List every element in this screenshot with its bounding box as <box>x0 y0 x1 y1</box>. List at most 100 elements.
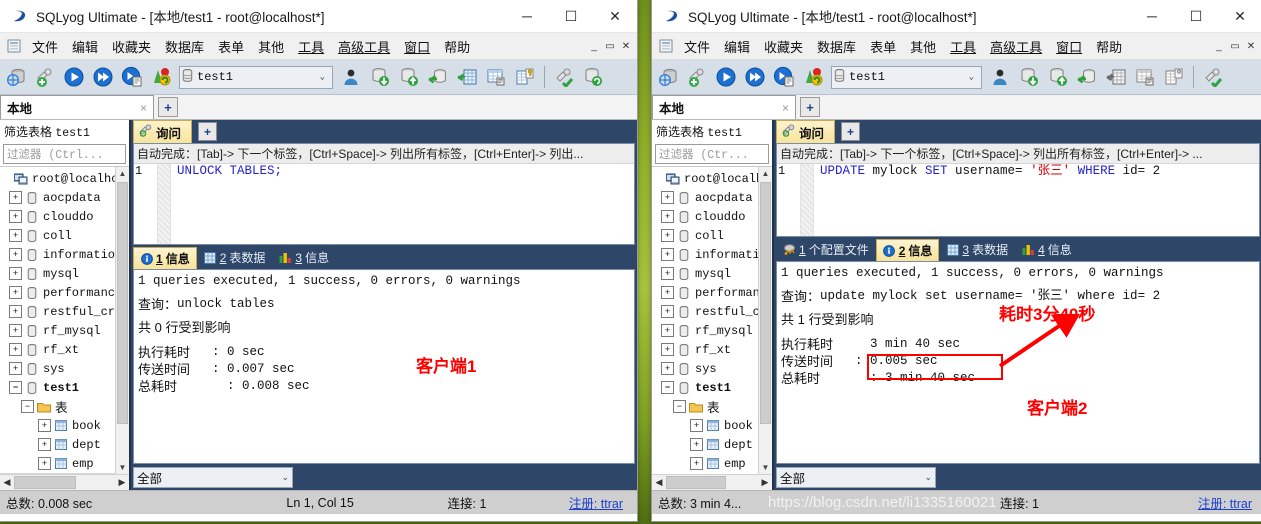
collapse-icon[interactable]: − <box>21 400 34 413</box>
object-filter-input[interactable]: 过滤器 (Ctrl... <box>3 144 126 164</box>
tree-node-current-db[interactable]: − test1 <box>652 378 759 397</box>
expand-icon[interactable]: + <box>9 191 22 204</box>
tree-node-table[interactable]: + emp <box>652 454 759 473</box>
add-query-tab-button[interactable]: + <box>841 122 861 141</box>
expand-icon[interactable]: + <box>38 438 51 451</box>
tree-node-db[interactable]: + clouddo <box>0 207 116 226</box>
result-tab-profile[interactable]: 1 个配置文件 <box>776 238 876 261</box>
menu-help[interactable]: 帮助 <box>1089 34 1129 59</box>
tree-node-db[interactable]: + coll <box>0 226 116 245</box>
result-tab-info[interactable]: 3 信息 <box>272 246 336 269</box>
close-button[interactable]: ✕ <box>593 0 637 32</box>
expand-icon[interactable]: + <box>9 343 22 356</box>
expand-icon[interactable]: + <box>690 419 703 432</box>
database-selector-combo[interactable]: test1 ⌄ <box>179 65 333 89</box>
tree-node-db[interactable]: + rf_mysql <box>652 321 759 340</box>
expand-icon[interactable]: + <box>690 438 703 451</box>
query-tab[interactable]: 询问 <box>776 120 836 143</box>
tree-vertical-scrollbar[interactable]: ▲ ▼ <box>115 167 129 474</box>
add-connection-tab-button[interactable]: + <box>158 97 178 117</box>
chevron-down-icon[interactable]: ⌄ <box>906 472 932 483</box>
tree-node-table-selected[interactable]: +mylo <box>0 473 116 474</box>
result-tab-messages[interactable]: 2 信息 <box>875 239 940 261</box>
tree-horizontal-scrollbar[interactable]: ◀ ▶ <box>0 474 129 490</box>
results-panel-client2[interactable]: 1 queries executed, 1 success, 0 errors,… <box>776 261 1260 464</box>
menu-form[interactable]: 表单 <box>863 34 903 59</box>
query-builder-icon[interactable] <box>550 62 578 92</box>
menu-help[interactable]: 帮助 <box>437 34 477 59</box>
tree-node-current-db[interactable]: − test1 <box>0 378 116 397</box>
mdi-minimize-button[interactable]: _ <box>586 38 602 54</box>
window-menu-icon[interactable] <box>3 39 25 54</box>
table-data-icon[interactable] <box>482 62 510 92</box>
minimize-button[interactable]: ─ <box>505 0 549 32</box>
export-data-icon[interactable] <box>1044 62 1072 92</box>
tree-node-db[interactable]: + restful_cr <box>652 302 759 321</box>
tree-node-table[interactable]: + book <box>652 416 759 435</box>
menu-edit[interactable]: 编辑 <box>65 34 105 59</box>
status-register-link[interactable]: 注册: ttrar <box>563 493 637 512</box>
menu-form[interactable]: 表单 <box>211 34 251 59</box>
maximize-button[interactable]: ☐ <box>1174 0 1218 32</box>
tree-node-db[interactable]: + sys <box>0 359 116 378</box>
expand-icon[interactable]: + <box>661 286 674 299</box>
scroll-right-icon[interactable]: ▶ <box>758 477 772 488</box>
tree-node-db[interactable]: + mysql <box>652 264 759 283</box>
tree-node-db[interactable]: + rf_mysql <box>0 321 116 340</box>
expand-icon[interactable]: + <box>661 305 674 318</box>
mdi-minimize-button[interactable]: _ <box>1211 38 1227 54</box>
mdi-close-button[interactable]: ✕ <box>1243 38 1259 54</box>
mdi-restore-button[interactable]: ▭ <box>1227 38 1243 54</box>
tree-node-host[interactable]: root@localhost <box>0 169 116 188</box>
scrollbar-thumb[interactable] <box>760 182 771 424</box>
tree-node-db[interactable]: + coll <box>652 226 759 245</box>
maximize-button[interactable]: ☐ <box>549 0 593 32</box>
result-tab-table-data[interactable]: 3 表数据 <box>939 238 1015 261</box>
menu-database[interactable]: 数据库 <box>810 34 863 59</box>
table-data-icon[interactable] <box>1131 62 1159 92</box>
execute-to-file-icon[interactable] <box>118 62 146 92</box>
tree-node-tables-folder[interactable]: − 表 <box>0 397 116 416</box>
expand-icon[interactable]: + <box>38 457 51 470</box>
menu-advanced-tools[interactable]: 高级工具 <box>983 34 1049 59</box>
menu-tools[interactable]: 工具 <box>291 34 331 59</box>
tree-node-db[interactable]: + clouddo <box>652 207 759 226</box>
expand-icon[interactable]: + <box>9 248 22 261</box>
expand-icon[interactable]: + <box>9 267 22 280</box>
tree-node-table[interactable]: + book <box>0 416 116 435</box>
user-manager-icon[interactable] <box>986 62 1014 92</box>
execute-all-icon[interactable] <box>741 62 769 92</box>
scroll-up-icon[interactable]: ▲ <box>759 167 772 180</box>
sql-code-text[interactable]: UNLOCK TABLES; <box>171 164 634 244</box>
menu-favorites[interactable]: 收藏夹 <box>757 34 810 59</box>
tree-node-tables-folder[interactable]: − 表 <box>652 397 759 416</box>
expand-icon[interactable]: + <box>9 362 22 375</box>
code-area[interactable]: 1 UPDATE mylock SET username= '张三' WHERE… <box>777 164 1259 236</box>
database-selector-combo[interactable]: test1 ⌄ <box>831 65 982 89</box>
refresh-objects-icon[interactable] <box>147 62 175 92</box>
object-filter-input[interactable]: 过滤器 (Ctr... <box>655 144 769 164</box>
scroll-left-icon[interactable]: ◀ <box>0 477 14 488</box>
expand-icon[interactable]: + <box>9 324 22 337</box>
menu-edit[interactable]: 编辑 <box>717 34 757 59</box>
mdi-restore-button[interactable]: ▭ <box>602 38 618 54</box>
menu-favorites[interactable]: 收藏夹 <box>105 34 158 59</box>
expand-icon[interactable]: + <box>690 457 703 470</box>
execute-all-icon[interactable] <box>89 62 117 92</box>
menu-window[interactable]: 窗口 <box>1049 34 1089 59</box>
import-data-icon[interactable] <box>1015 62 1043 92</box>
connect-db-icon[interactable] <box>654 62 682 92</box>
tree-node-db[interactable]: + rf_xt <box>0 340 116 359</box>
backup-db-icon[interactable] <box>424 62 452 92</box>
chevron-down-icon[interactable]: ⌄ <box>315 72 330 82</box>
tree-node-db[interactable]: + aocpdata <box>0 188 116 207</box>
scroll-up-icon[interactable]: ▲ <box>116 167 129 180</box>
window-menu-icon[interactable] <box>655 39 677 54</box>
scroll-down-icon[interactable]: ▼ <box>116 461 129 474</box>
menu-advanced-tools[interactable]: 高级工具 <box>331 34 397 59</box>
tree-node-table[interactable]: + dept <box>0 435 116 454</box>
scroll-left-icon[interactable]: ◀ <box>652 477 666 488</box>
add-connection-tab-button[interactable]: + <box>800 97 820 117</box>
tree-node-db[interactable]: + informatio <box>0 245 116 264</box>
result-tab-table-data[interactable]: 2 表数据 <box>197 246 273 269</box>
